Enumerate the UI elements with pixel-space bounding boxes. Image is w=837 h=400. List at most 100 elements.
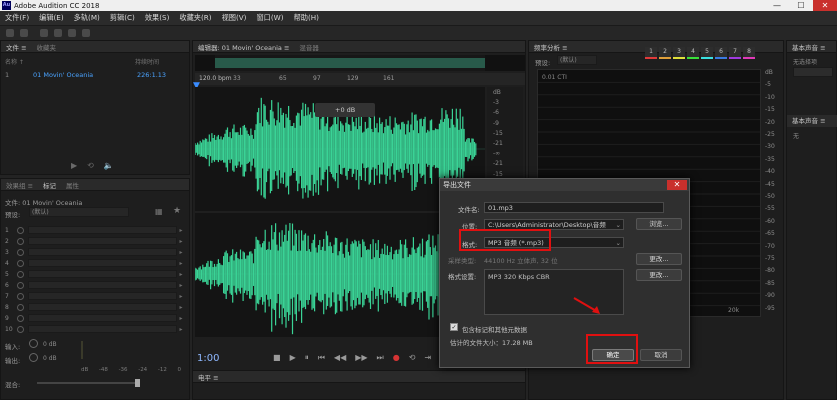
power-icon[interactable] (17, 303, 24, 311)
slot-arrow-icon[interactable]: ▸ (177, 227, 185, 234)
mix-slider-handle[interactable] (135, 379, 140, 387)
output-gain-knob[interactable] (29, 353, 38, 362)
tab-favorites[interactable]: 收藏夹 (32, 42, 62, 52)
chip-3[interactable]: 3 (673, 47, 685, 59)
menu-window[interactable]: 窗口(W) (251, 13, 288, 23)
essential-sound-section[interactable]: 基本声音 ≡ (787, 115, 837, 127)
power-icon[interactable] (17, 226, 24, 234)
play-button[interactable]: ▶ (290, 353, 296, 363)
include-markers-checkbox[interactable]: ✓ (450, 323, 458, 331)
tab-mixer[interactable]: 混音器 (294, 42, 324, 52)
menu-file[interactable]: 文件(F) (0, 13, 34, 23)
tab-levels[interactable]: 电平 ≡ (193, 372, 224, 382)
waveform-view-icon[interactable] (6, 29, 14, 37)
filename-input[interactable] (484, 202, 664, 213)
slot-arrow-icon[interactable]: ▸ (177, 271, 185, 278)
change-sample-button[interactable]: 更改... (636, 253, 682, 265)
tab-editor[interactable]: 编辑器: 01 Movin' Oceania ≡ (193, 42, 294, 52)
record-button[interactable]: ● (393, 353, 400, 363)
effect-slot[interactable]: 6 ▸ (5, 280, 185, 290)
pause-button[interactable]: ⏸ (305, 353, 309, 363)
power-icon[interactable] (17, 325, 24, 333)
slot-arrow-icon[interactable]: ▸ (177, 260, 185, 267)
effect-slot[interactable]: 5 ▸ (5, 269, 185, 279)
slip-tool-icon[interactable] (68, 29, 76, 37)
favorite-star-icon[interactable]: ★ (173, 206, 181, 216)
menu-edit[interactable]: 编辑(E) (34, 13, 69, 23)
effect-slot[interactable]: 4 ▸ (5, 258, 185, 268)
slot-arrow-icon[interactable]: ▸ (177, 315, 185, 322)
skip-button[interactable]: ⇥ (424, 353, 431, 363)
maximize-button[interactable]: ☐ (789, 0, 813, 11)
browse-button[interactable]: 浏览... (636, 218, 682, 230)
tab-effects-rack[interactable]: 效果组 ≡ (1, 180, 38, 190)
slot-arrow-icon[interactable]: ▸ (177, 326, 185, 333)
power-icon[interactable] (17, 281, 24, 289)
menu-view[interactable]: 视图(V) (217, 13, 252, 23)
chip-1[interactable]: 1 (645, 47, 657, 59)
play-icon[interactable]: ▶ (71, 161, 77, 170)
razor-tool-icon[interactable] (54, 29, 62, 37)
loop-icon[interactable]: ⟲ (87, 161, 94, 170)
spectral-view-icon[interactable] (20, 29, 28, 37)
go-to-end-button[interactable]: ⏭ (377, 353, 384, 363)
tab-frequency-analysis[interactable]: 频率分析 ≡ (529, 42, 573, 52)
chip-7[interactable]: 7 (729, 47, 741, 59)
chip-5[interactable]: 5 (701, 47, 713, 59)
tab-properties[interactable]: 属性 (61, 180, 84, 190)
fast-forward-button[interactable]: ▶▶ (355, 353, 367, 363)
power-icon[interactable] (17, 259, 24, 267)
time-selection-tool-icon[interactable] (82, 29, 90, 37)
dialog-close-button[interactable]: ✕ (667, 180, 687, 190)
menu-effects[interactable]: 效果(S) (140, 13, 175, 23)
tab-markers[interactable]: 标记 (38, 180, 61, 190)
timeline-ruler[interactable]: 120.0 bpm 33 65 97 129 161 (195, 73, 525, 85)
hud-gain[interactable]: +0 dB (315, 103, 375, 117)
preset-select[interactable]: (默认) (29, 207, 129, 217)
close-window-button[interactable]: ✕ (813, 0, 837, 11)
go-to-start-button[interactable]: ⏮ (318, 353, 325, 363)
slot-arrow-icon[interactable]: ▸ (177, 249, 185, 256)
menu-clip[interactable]: 剪辑(C) (105, 13, 140, 23)
change-format-button[interactable]: 更改... (636, 269, 682, 281)
duration-column-header[interactable]: 持续时间 (135, 57, 159, 66)
waveform-overview[interactable] (195, 55, 525, 71)
move-tool-icon[interactable] (40, 29, 48, 37)
chip-2[interactable]: 2 (659, 47, 671, 59)
essential-sound-field[interactable] (793, 67, 833, 77)
mix-slider[interactable] (37, 382, 137, 384)
stop-button[interactable]: ■ (273, 353, 281, 363)
effect-slot[interactable]: 7 ▸ (5, 291, 185, 301)
power-icon[interactable] (17, 237, 24, 245)
save-preset-icon[interactable]: ▦ (155, 207, 163, 216)
power-icon[interactable] (17, 292, 24, 300)
chip-6[interactable]: 6 (715, 47, 727, 59)
menu-favorites[interactable]: 收藏夹(R) (174, 13, 216, 23)
effect-slot[interactable]: 2 ▸ (5, 236, 185, 246)
speaker-icon[interactable]: 🔈 (104, 161, 114, 170)
minimize-button[interactable]: — (765, 0, 789, 11)
tab-essential-sound[interactable]: 基本声音 ≡ (787, 42, 831, 52)
effect-slot[interactable]: 10 ▸ (5, 324, 185, 334)
effect-slot[interactable]: 1 ▸ (5, 225, 185, 235)
power-icon[interactable] (17, 248, 24, 256)
rewind-button[interactable]: ◀◀ (334, 353, 346, 363)
cancel-button[interactable]: 取消 (640, 349, 682, 361)
input-gain-knob[interactable] (29, 339, 38, 348)
slot-arrow-icon[interactable]: ▸ (177, 304, 185, 311)
menu-help[interactable]: 帮助(H) (289, 13, 324, 23)
menu-multitrack[interactable]: 多轨(M) (69, 13, 105, 23)
chip-4[interactable]: 4 (687, 47, 699, 59)
effect-slot[interactable]: 3 ▸ (5, 247, 185, 257)
freq-preset-select[interactable]: (默认) (557, 55, 597, 65)
name-column-header[interactable]: 名称 ↑ (5, 59, 24, 66)
effect-slot[interactable]: 8 ▸ (5, 302, 185, 312)
loop-button[interactable]: ⟲ (409, 353, 416, 363)
slot-arrow-icon[interactable]: ▸ (177, 293, 185, 300)
slot-arrow-icon[interactable]: ▸ (177, 238, 185, 245)
effect-slot[interactable]: 9 ▸ (5, 313, 185, 323)
slot-arrow-icon[interactable]: ▸ (177, 282, 185, 289)
power-icon[interactable] (17, 314, 24, 322)
power-icon[interactable] (17, 270, 24, 278)
tab-files[interactable]: 文件 ≡ (1, 42, 32, 52)
